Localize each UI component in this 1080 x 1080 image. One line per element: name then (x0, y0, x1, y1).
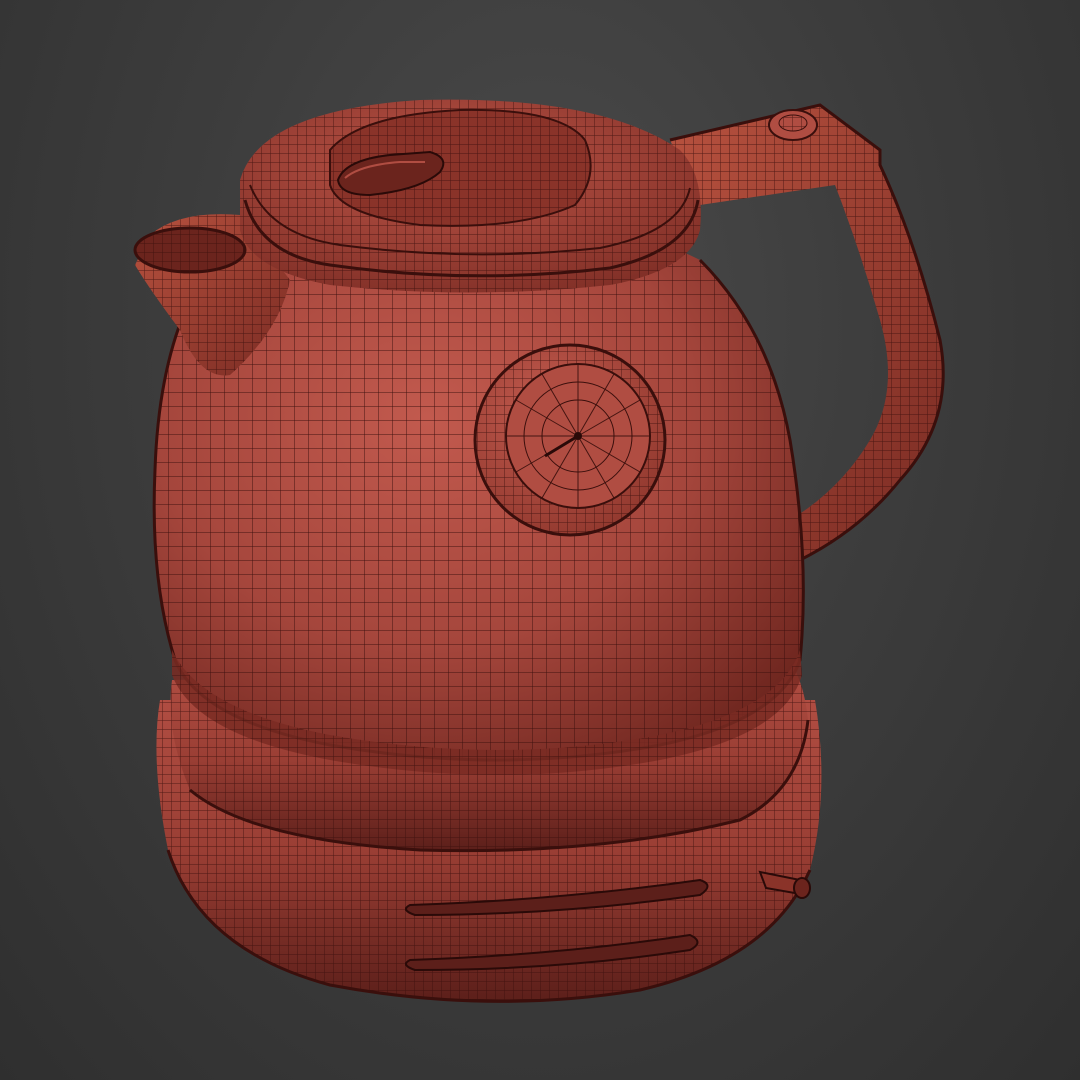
3d-viewport[interactable] (0, 0, 1080, 1080)
kettle-render (133, 99, 945, 1003)
thermometer-gauge (473, 343, 667, 537)
kettle-lid (240, 99, 701, 293)
